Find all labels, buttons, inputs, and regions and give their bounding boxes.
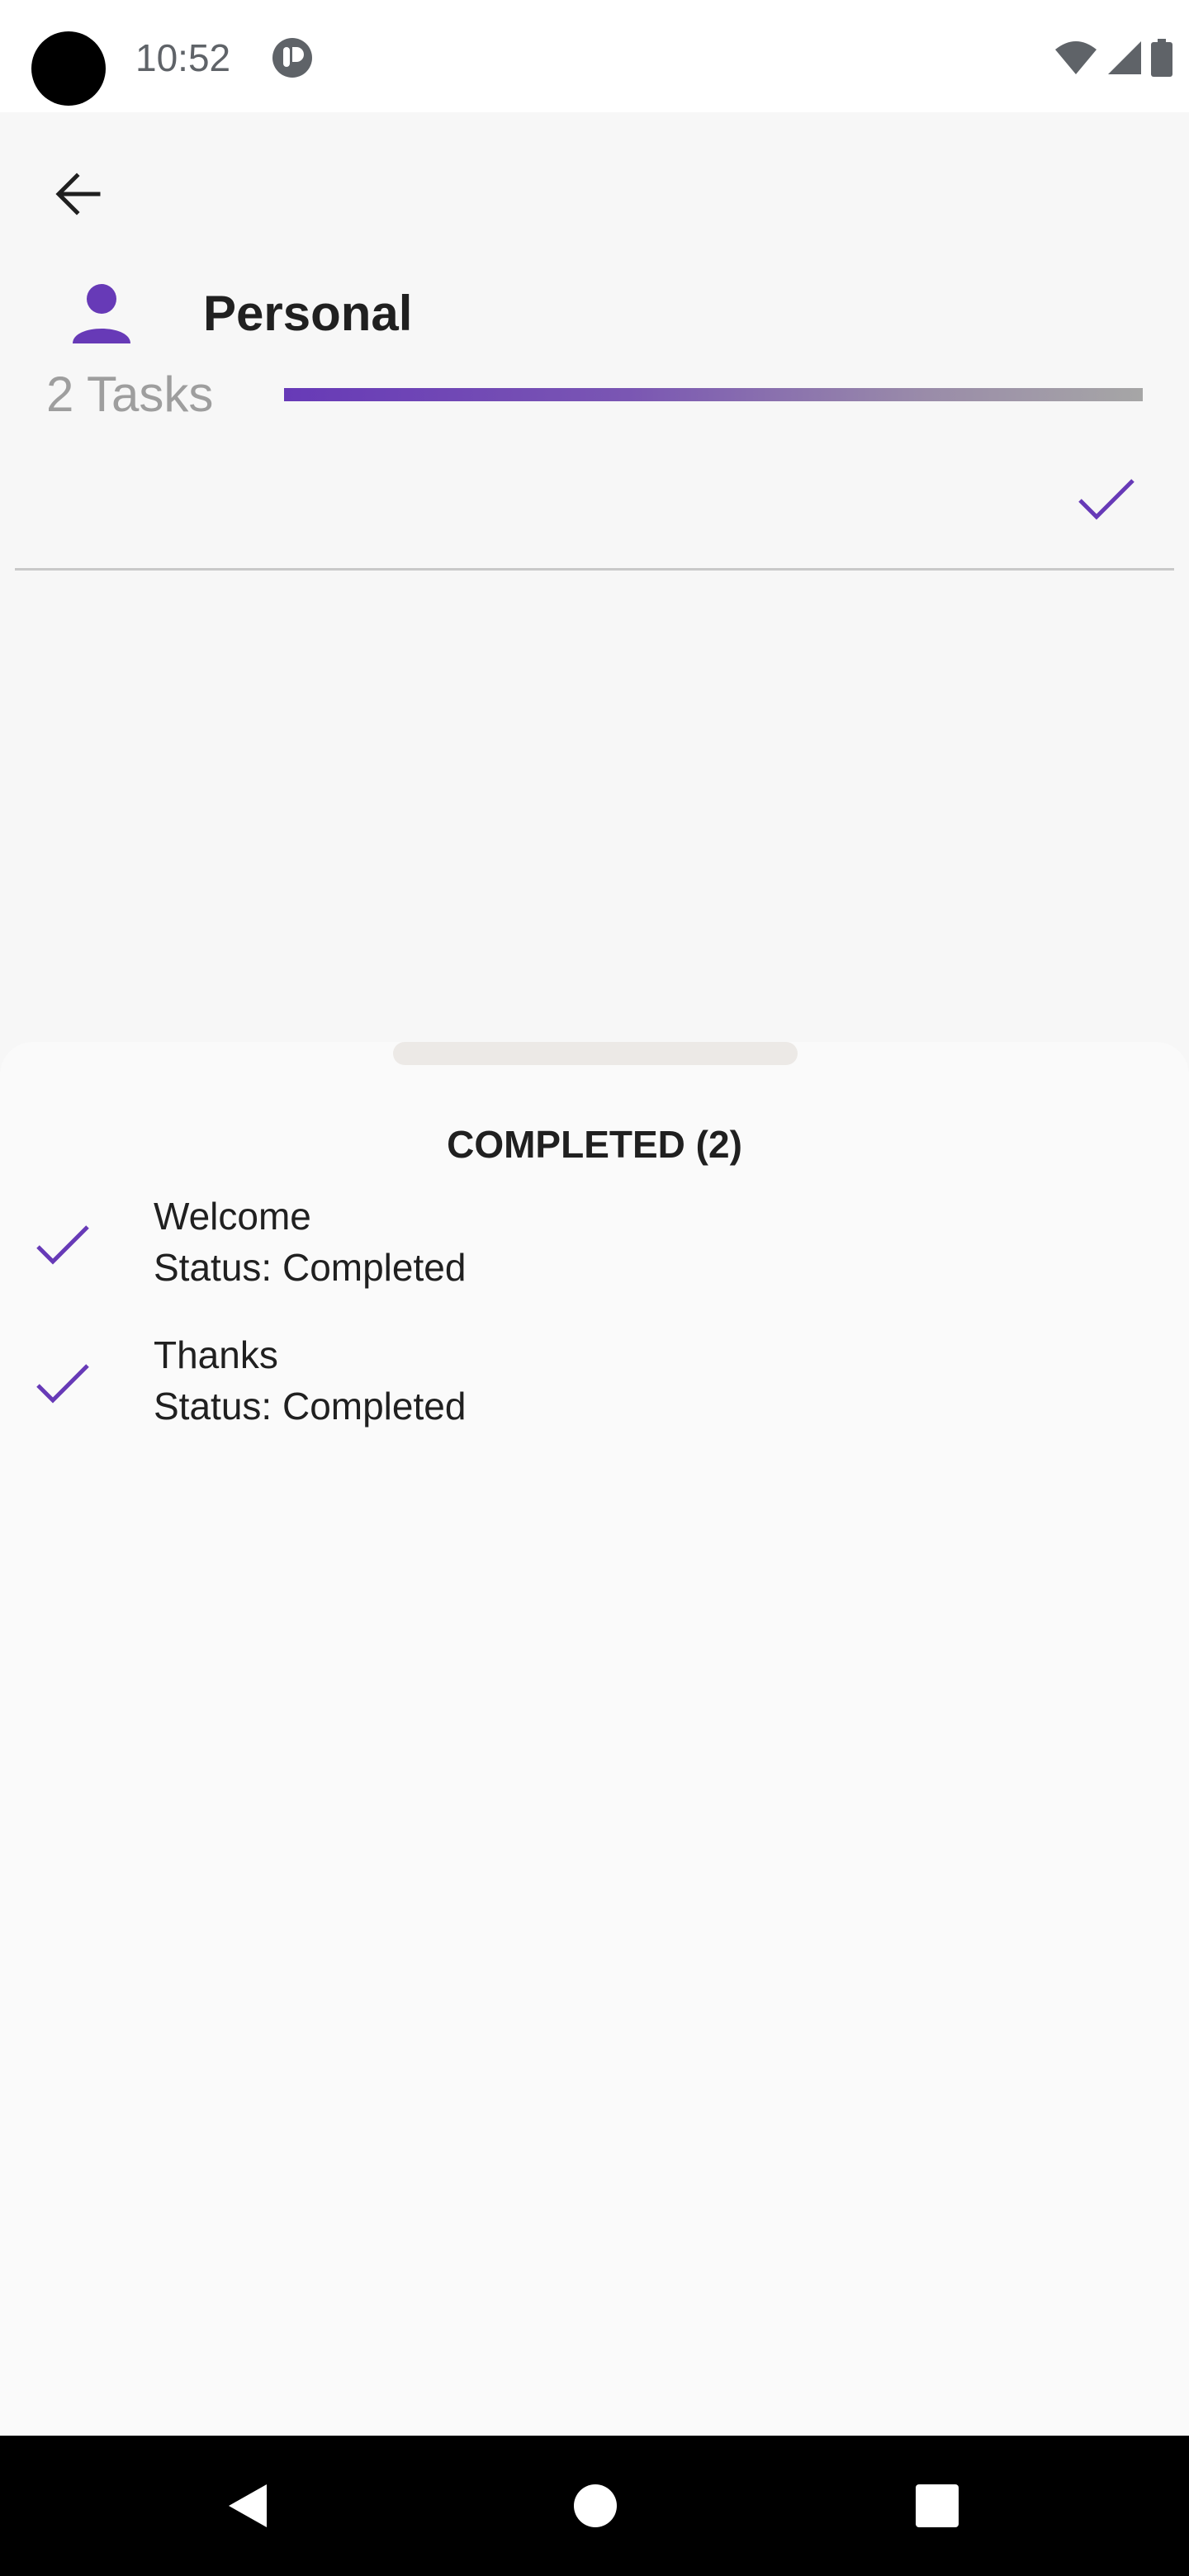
header-divider (15, 568, 1174, 571)
nav-home-button[interactable] (550, 2460, 641, 2551)
arrow-left-icon (55, 173, 101, 215)
list-title: Personal (203, 286, 413, 341)
home-circle-icon (574, 2484, 617, 2527)
status-bar: 10:52 (0, 0, 1189, 112)
task-name: Welcome (154, 1195, 311, 1238)
sheet-drag-handle[interactable] (393, 1042, 798, 1065)
cellular-signal-icon (1108, 41, 1141, 74)
check-icon[interactable] (33, 1217, 94, 1273)
check-icon[interactable] (33, 1356, 94, 1412)
nav-recents-button[interactable] (892, 2460, 983, 2551)
progress-fill (284, 388, 1143, 401)
person-icon (73, 284, 130, 343)
confirm-button[interactable] (1072, 469, 1141, 530)
recents-square-icon (916, 2484, 959, 2527)
task-status: Status: Completed (154, 1246, 467, 1289)
status-time: 10:52 (135, 36, 231, 79)
task-count: 2 Tasks (46, 367, 214, 422)
battery-icon (1151, 39, 1172, 77)
back-button[interactable] (41, 157, 116, 231)
check-icon (1078, 479, 1135, 520)
camera-cutout (31, 31, 106, 106)
list-item[interactable]: Thanks Status: Completed (0, 1326, 1189, 1450)
section-header-completed: COMPLETED (2) (447, 1123, 742, 1166)
status-icons (1054, 36, 1172, 79)
bottom-sheet: COMPLETED (2) Welcome Status: Completed … (0, 1042, 1189, 2436)
nav-back-button[interactable] (203, 2460, 294, 2551)
task-status: Status: Completed (154, 1385, 467, 1428)
back-triangle-icon (229, 2484, 267, 2527)
progress-bar (284, 388, 1143, 401)
navigation-bar (0, 2436, 1189, 2576)
app-notification-icon (272, 38, 312, 78)
list-item[interactable]: Welcome Status: Completed (0, 1187, 1189, 1311)
task-name: Thanks (154, 1333, 278, 1376)
wifi-icon (1055, 41, 1097, 74)
